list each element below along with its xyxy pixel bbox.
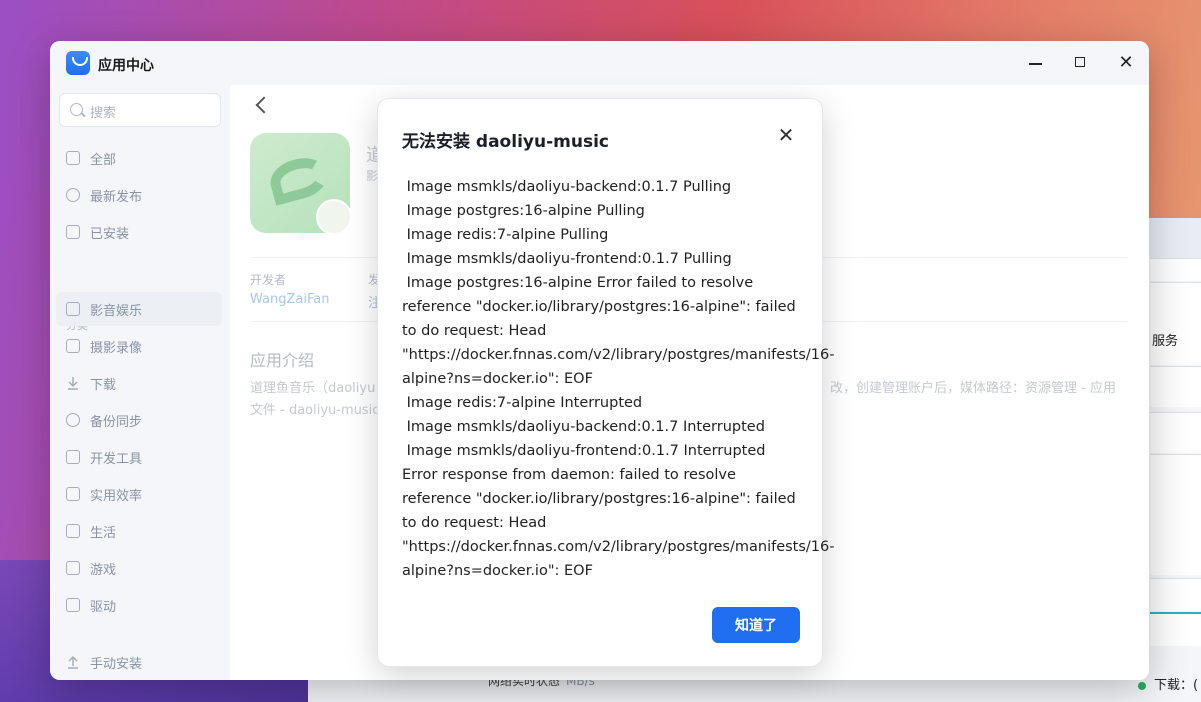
background-row: [1150, 412, 1201, 453]
install-error-dialog: 无法安装 daoliyu-music ✕ Image msmkls/daoliy…: [377, 98, 835, 667]
developer-label: 开发者: [250, 273, 287, 287]
background-row: [1150, 578, 1201, 611]
close-dialog-button[interactable]: ✕: [776, 125, 796, 145]
app-badge-icon: [316, 199, 352, 235]
gamepad-icon: [66, 561, 80, 575]
intro-text: 道理鱼音乐（daoliyu: [250, 381, 376, 396]
sidebar-item-media[interactable]: 影音娱乐: [56, 292, 222, 326]
developer-link[interactable]: WangZaiFan: [250, 292, 329, 307]
code-icon: [66, 450, 80, 464]
sidebar-item-label: 备份同步: [90, 415, 143, 430]
background-side-text: 服务: [1152, 334, 1179, 349]
video-camera-icon: [66, 302, 80, 316]
download-arrow-icon: [66, 376, 80, 390]
sidebar-item-drivers[interactable]: 驱动: [56, 588, 222, 622]
grid-icon: [66, 151, 80, 165]
sidebar-item-label: 生活: [90, 526, 117, 541]
sidebar-item-devtools[interactable]: 开发工具: [56, 440, 222, 474]
sidebar-item-games[interactable]: 游戏: [56, 551, 222, 585]
background-row: [1150, 366, 1201, 407]
search-input[interactable]: 搜索: [59, 93, 221, 127]
title-bar[interactable]: 应用中心 ✕: [50, 41, 1149, 85]
sidebar-item-label: 全部: [90, 153, 117, 168]
close-window-button[interactable]: ✕: [1116, 53, 1136, 73]
window-title: 应用中心: [98, 58, 154, 74]
sidebar-item-installed[interactable]: 已安装: [56, 215, 222, 249]
sidebar-item-label: 最新发布: [90, 190, 143, 205]
background-row: [1150, 282, 1201, 365]
sidebar-item-download[interactable]: 下载: [56, 366, 222, 400]
minimize-button[interactable]: [1026, 53, 1046, 73]
sidebar-item-label: 驱动: [90, 600, 117, 615]
app-logo-mark: [265, 152, 333, 206]
sidebar-item-label: 摄影录像: [90, 341, 143, 356]
sidebar-item-latest[interactable]: 最新发布: [56, 178, 222, 212]
intro-text: 改，创建管理账户后，媒体路径：资源管理 - 应用: [830, 381, 1116, 396]
sidebar-item-photography[interactable]: 摄影录像: [56, 329, 222, 363]
back-arrow-icon[interactable]: [255, 96, 273, 114]
cup-icon: [66, 524, 80, 538]
dialog-title: 无法安装 daoliyu-music: [402, 132, 609, 152]
manual-install-label: 手动安装: [90, 657, 143, 672]
sidebar: 搜索 全部 最新发布 已安装 分类 影音娱乐 摄影录像 下载: [50, 85, 230, 680]
toolbox-icon: [66, 487, 80, 501]
sidebar-item-label: 游戏: [90, 563, 117, 578]
background-row: [1150, 454, 1201, 575]
ok-button[interactable]: 知道了: [712, 607, 800, 643]
sidebar-item-label: 开发工具: [90, 452, 143, 467]
dialog-message: Image msmkls/daoliyu-backend:0.1.7 Pulli…: [402, 179, 835, 579]
clock-icon: [66, 188, 80, 202]
sidebar-item-all[interactable]: 全部: [56, 141, 222, 175]
app-center-logo-icon: [66, 51, 90, 75]
cube-icon: [66, 598, 80, 612]
sync-icon: [66, 413, 80, 427]
manual-install-button[interactable]: 手动安装: [56, 645, 222, 679]
app-icon: [250, 133, 352, 235]
sidebar-item-label: 实用效率: [90, 489, 143, 504]
status-dot-icon: [1138, 681, 1146, 690]
download-label: 下载：(: [1154, 678, 1199, 693]
sidebar-item-label: 下载: [90, 378, 117, 393]
sidebar-item-label: 已安装: [90, 227, 130, 242]
installed-box-icon: [66, 225, 80, 239]
intro-text: 文件 - daoliyu-music: [250, 403, 380, 418]
search-icon: [70, 103, 83, 116]
sidebar-item-life[interactable]: 生活: [56, 514, 222, 548]
maximize-button[interactable]: [1071, 53, 1091, 73]
background-row: [1150, 612, 1201, 646]
sidebar-item-productivity[interactable]: 实用效率: [56, 477, 222, 511]
sidebar-item-backup[interactable]: 备份同步: [56, 403, 222, 437]
camera-icon: [66, 339, 80, 353]
background-row: [1150, 258, 1201, 281]
search-placeholder: 搜索: [90, 106, 117, 121]
sidebar-item-label: 影音娱乐: [90, 304, 143, 319]
intro-title: 应用介绍: [250, 351, 315, 370]
upload-icon: [66, 655, 80, 669]
